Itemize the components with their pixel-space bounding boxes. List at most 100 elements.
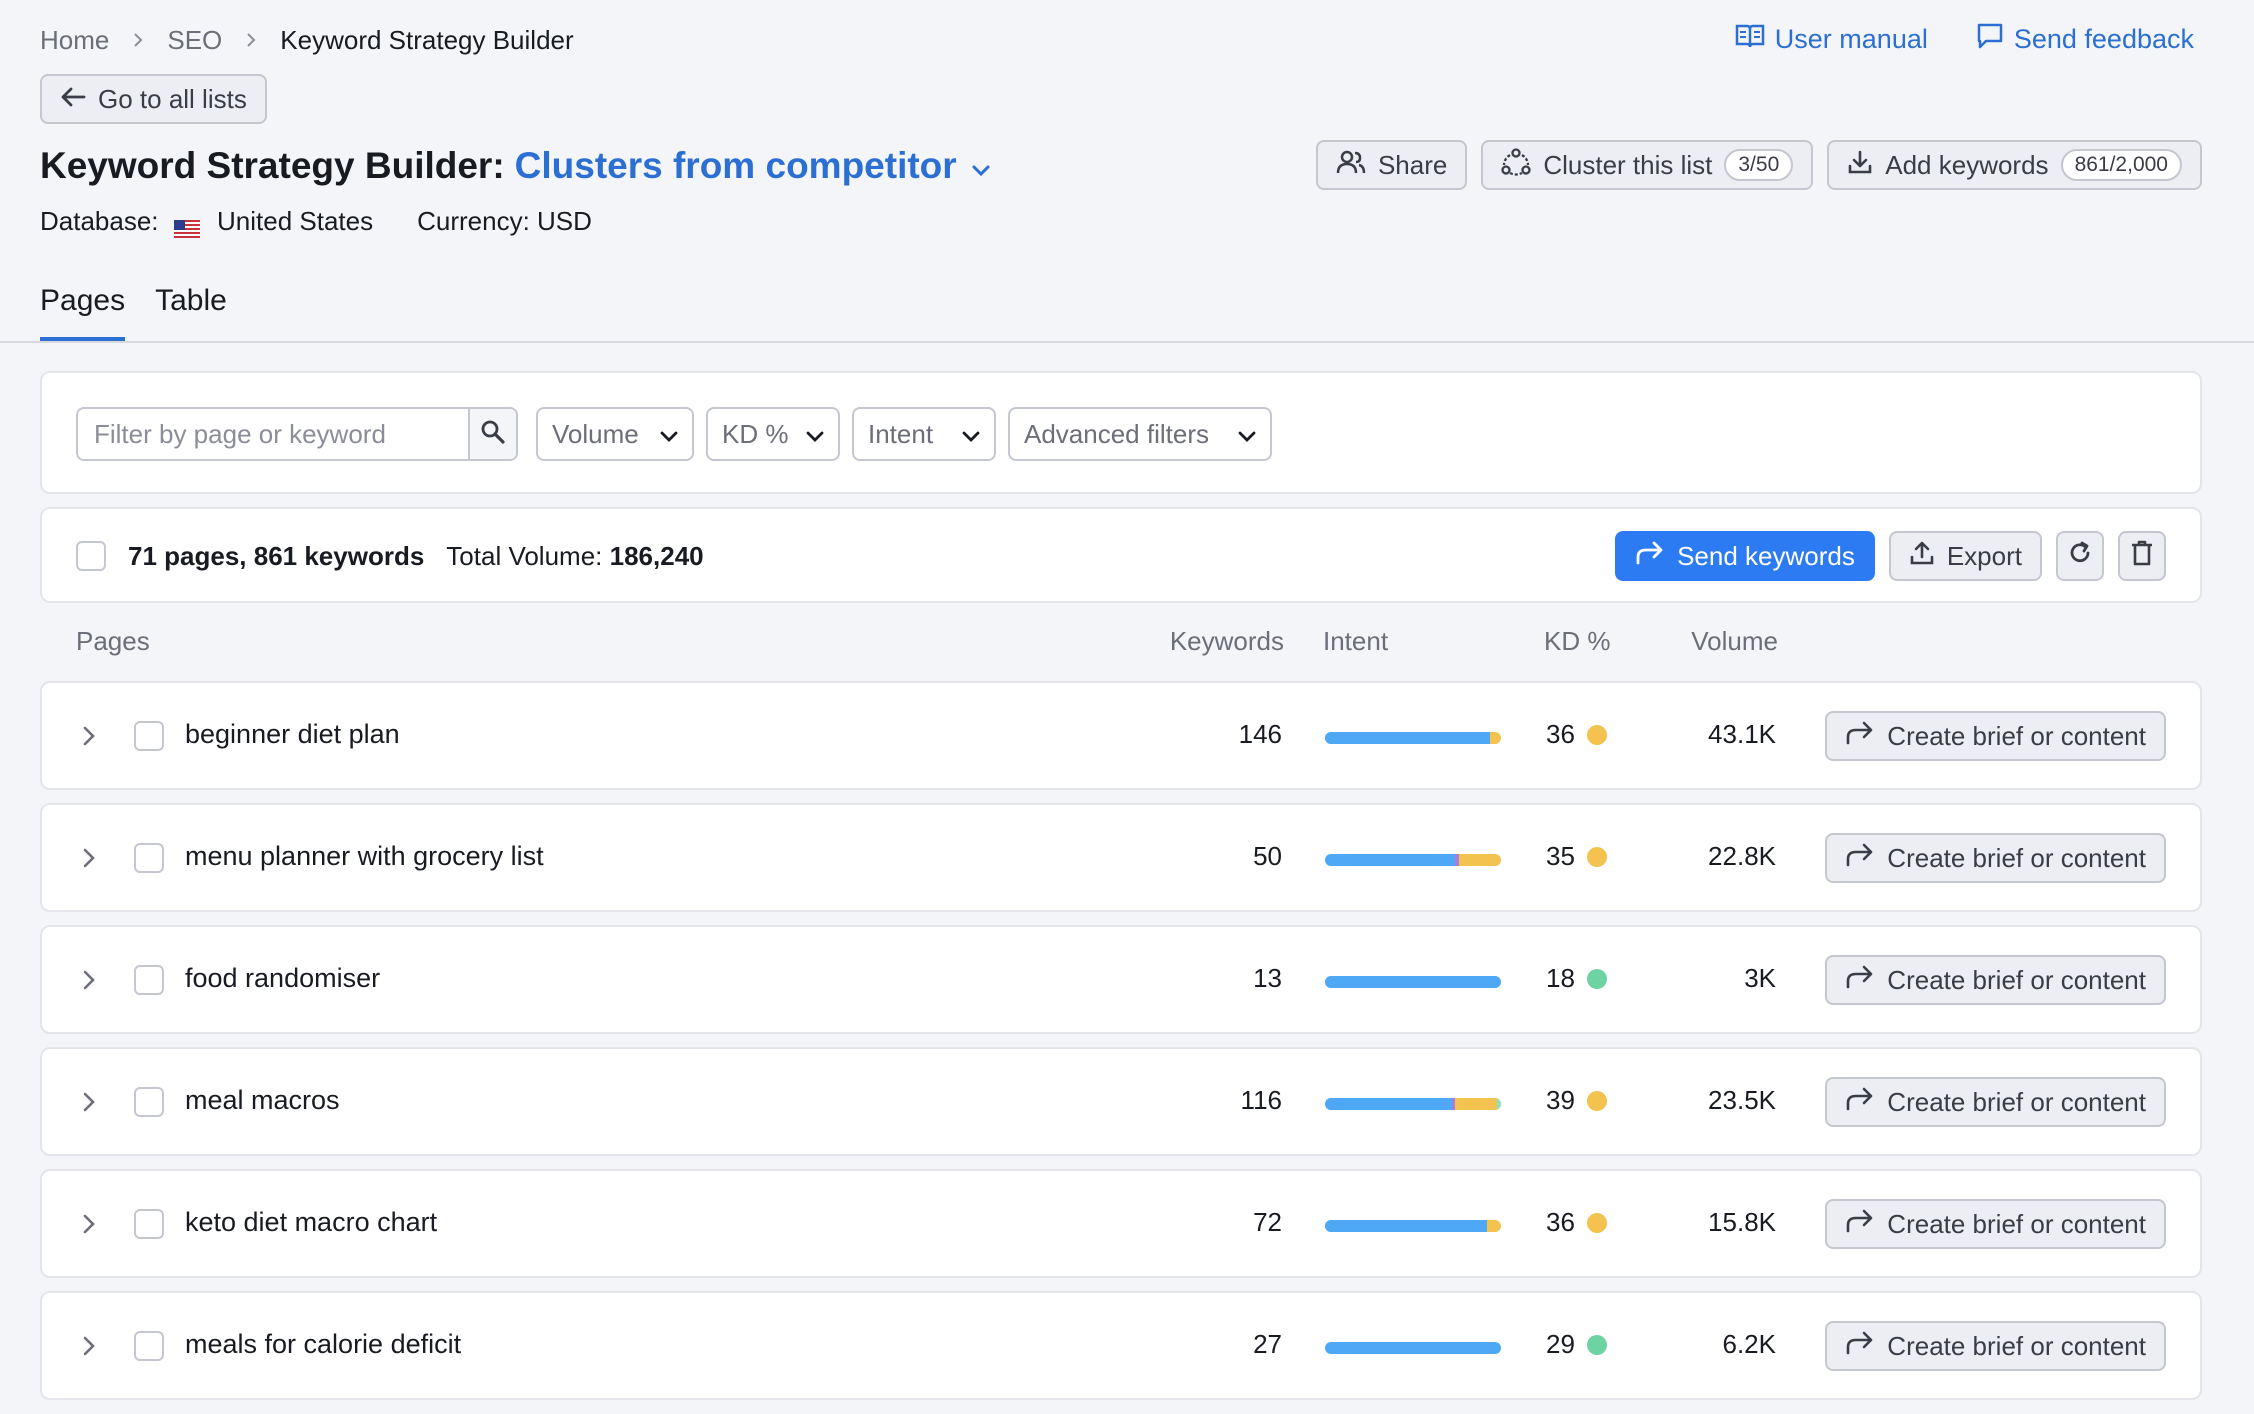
kd-filter-label: KD % <box>722 418 789 449</box>
total-volume-value: 186,240 <box>609 540 704 571</box>
page-name[interactable]: beginner diet plan <box>185 719 400 750</box>
row-checkbox[interactable] <box>134 965 164 995</box>
kd-indicator-dot <box>1586 1212 1607 1233</box>
list-meta: Database: United States Currency: USD <box>40 206 592 239</box>
intent-bar <box>1325 1098 1501 1110</box>
page-name[interactable]: meals for calorie deficit <box>185 1329 461 1360</box>
send-feedback-link[interactable]: Send feedback <box>1976 22 2194 57</box>
total-volume-label: Total Volume: <box>446 540 603 571</box>
create-brief-button[interactable]: Create brief or content <box>1825 1321 2166 1371</box>
intent-bar <box>1325 976 1501 988</box>
book-icon <box>1735 22 1765 57</box>
advanced-filters-label: Advanced filters <box>1024 418 1209 449</box>
database-label: Database: <box>40 206 159 236</box>
column-header-kd[interactable]: KD % <box>1544 626 1610 657</box>
search-button[interactable] <box>468 409 516 459</box>
page-title-prefix: Keyword Strategy Builder: <box>40 145 505 186</box>
breadcrumb-home[interactable]: Home <box>40 25 109 56</box>
create-brief-button[interactable]: Create brief or content <box>1825 1077 2166 1127</box>
kd-number: 35 <box>1546 841 1575 871</box>
delete-button[interactable] <box>2118 531 2166 581</box>
forward-arrow-icon <box>1845 843 1875 874</box>
column-header-volume[interactable]: Volume <box>1691 626 1778 657</box>
page-name[interactable]: food randomiser <box>185 963 380 994</box>
volume-filter-dropdown[interactable]: Volume <box>536 407 694 461</box>
kd-value: 36 <box>1546 719 1607 750</box>
kd-indicator-dot <box>1586 968 1607 989</box>
create-brief-label: Create brief or content <box>1887 964 2146 995</box>
user-manual-link[interactable]: User manual <box>1735 22 1928 57</box>
add-keywords-counter-badge: 861/2,000 <box>2060 149 2182 181</box>
keyword-count: 72 <box>1253 1207 1282 1237</box>
chevron-right-icon <box>131 33 145 47</box>
advanced-filters-dropdown[interactable]: Advanced filters <box>1008 407 1272 461</box>
column-header-pages[interactable]: Pages <box>76 626 150 657</box>
create-brief-button[interactable]: Create brief or content <box>1825 955 2166 1005</box>
table-row: menu planner with grocery list 50 35 22.… <box>40 803 2202 912</box>
create-brief-button[interactable]: Create brief or content <box>1825 833 2166 883</box>
kd-value: 39 <box>1546 1085 1607 1116</box>
row-checkbox[interactable] <box>134 1331 164 1361</box>
add-keywords-label: Add keywords <box>1885 149 2049 180</box>
intent-filter-dropdown[interactable]: Intent <box>852 407 996 461</box>
select-all-checkbox[interactable] <box>76 541 106 571</box>
us-flag-icon <box>173 214 200 239</box>
create-brief-label: Create brief or content <box>1887 1086 2146 1117</box>
intent-segment-transactional <box>1497 1098 1501 1110</box>
summary-actions: Send keywords Export <box>1615 531 2166 581</box>
share-label: Share <box>1377 149 1448 180</box>
breadcrumb-seo[interactable]: SEO <box>167 25 222 56</box>
chevron-down-icon <box>962 419 980 450</box>
create-brief-button[interactable]: Create brief or content <box>1825 1199 2166 1249</box>
cluster-list-button[interactable]: Cluster this list 3/50 <box>1481 140 1814 190</box>
forward-arrow-icon <box>1635 541 1665 572</box>
keyword-count: 146 <box>1238 719 1282 749</box>
expand-chevron-icon[interactable] <box>76 967 102 993</box>
tab-table[interactable]: Table <box>155 284 227 342</box>
create-brief-button[interactable]: Create brief or content <box>1825 711 2166 761</box>
intent-filter-label: Intent <box>868 418 934 449</box>
trash-icon <box>2130 540 2154 573</box>
row-checkbox[interactable] <box>134 1087 164 1117</box>
volume-value: 15.8K <box>1708 1207 1776 1237</box>
row-checkbox[interactable] <box>134 843 164 873</box>
list-selector[interactable]: Clusters from competitor <box>515 145 991 187</box>
page-name[interactable]: menu planner with grocery list <box>185 841 544 872</box>
intent-segment-commercial <box>1490 732 1501 744</box>
share-button[interactable]: Share <box>1315 140 1468 190</box>
intent-bar <box>1325 1342 1501 1354</box>
page-name[interactable]: meal macros <box>185 1085 340 1116</box>
download-icon <box>1847 149 1873 182</box>
page-name[interactable]: keto diet macro chart <box>185 1207 437 1238</box>
volume-value: 6.2K <box>1722 1329 1777 1359</box>
tab-pages-label: Pages <box>40 284 126 317</box>
breadcrumb-current: Keyword Strategy Builder <box>280 24 574 55</box>
export-button[interactable]: Export <box>1888 531 2042 581</box>
expand-chevron-icon[interactable] <box>76 1211 102 1237</box>
forward-arrow-icon <box>1845 1087 1875 1118</box>
expand-chevron-icon[interactable] <box>76 1089 102 1115</box>
page-title: Keyword Strategy Builder: Clusters from … <box>40 138 991 194</box>
search-input[interactable] <box>78 409 468 459</box>
column-header-intent[interactable]: Intent <box>1323 626 1388 657</box>
send-keywords-label: Send keywords <box>1677 540 1855 571</box>
column-header-keywords[interactable]: Keywords <box>1170 626 1284 657</box>
expand-chevron-icon[interactable] <box>76 845 102 871</box>
kd-filter-dropdown[interactable]: KD % <box>706 407 840 461</box>
volume-value: 22.8K <box>1708 841 1776 871</box>
go-to-all-lists-button[interactable]: Go to all lists <box>40 74 267 124</box>
cluster-icon <box>1501 147 1531 183</box>
kd-number: 36 <box>1546 1207 1575 1237</box>
row-checkbox[interactable] <box>134 721 164 751</box>
expand-chevron-icon[interactable] <box>76 1333 102 1359</box>
add-keywords-button[interactable]: Add keywords 861/2,000 <box>1827 140 2202 190</box>
kd-number: 39 <box>1546 1085 1575 1115</box>
expand-chevron-icon[interactable] <box>76 723 102 749</box>
send-keywords-button[interactable]: Send keywords <box>1615 531 1875 581</box>
refresh-button[interactable] <box>2056 531 2104 581</box>
cluster-counter-badge: 3/50 <box>1724 149 1794 181</box>
forward-arrow-icon <box>1845 721 1875 752</box>
user-manual-label: User manual <box>1774 23 1928 54</box>
tab-pages[interactable]: Pages <box>40 284 126 342</box>
row-checkbox[interactable] <box>134 1209 164 1239</box>
